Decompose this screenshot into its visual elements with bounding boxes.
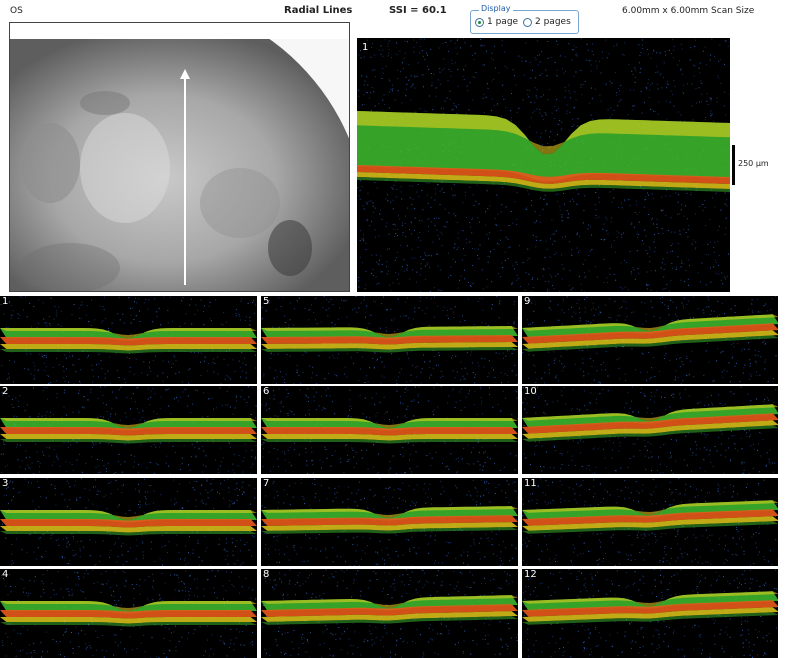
thumbnail-number: 7: [263, 478, 270, 489]
thumbnail-bscan-svg: [522, 386, 778, 474]
scale-bar-label: 250 µm: [738, 159, 769, 168]
bscan-thumbnail[interactable]: 10: [522, 386, 778, 474]
bscan-thumbnail[interactable]: 5: [261, 296, 518, 384]
eye-label: OS: [10, 6, 23, 16]
thumbnail-number: 8: [263, 569, 270, 580]
bscan-thumbnail[interactable]: 11: [522, 478, 778, 566]
thumbnail-bscan-svg: [0, 386, 257, 474]
thumbnail-number: 4: [2, 569, 9, 580]
thumbnail-number: 10: [524, 386, 537, 397]
display-2-pages-label: 2 pages: [535, 17, 571, 27]
main-bscan-svg: [357, 38, 730, 292]
signal-strength-index: SSI = 60.1: [389, 5, 447, 16]
scale-bar: [732, 145, 735, 185]
radio-unselected-icon: [523, 17, 532, 27]
thumbnail-bscan-svg: [522, 569, 778, 658]
display-2-pages-radio[interactable]: 2 pages: [523, 17, 571, 27]
bscan-thumbnail[interactable]: 4: [0, 569, 257, 658]
fundus-svg: [10, 39, 349, 291]
bscan-thumbnail[interactable]: 1: [0, 296, 257, 384]
bscan-thumbnail[interactable]: 2: [0, 386, 257, 474]
thumbnail-bscan-svg: [261, 296, 518, 384]
thumbnail-number: 6: [263, 386, 270, 397]
thumbnail-number: 11: [524, 478, 537, 489]
thumbnail-number: 9: [524, 296, 531, 307]
thumbnail-bscan-svg: [261, 386, 518, 474]
main-bscan-image[interactable]: 1: [357, 38, 730, 292]
thumbnail-number: 3: [2, 478, 9, 489]
thumbnail-number: 12: [524, 569, 537, 580]
thumbnail-bscan-svg: [0, 296, 257, 384]
thumbnail-bscan-svg: [261, 569, 518, 658]
display-legend: Display: [479, 4, 513, 13]
bscan-thumbnail[interactable]: 3: [0, 478, 257, 566]
scan-type-title: Radial Lines: [284, 5, 353, 16]
thumbnail-bscan-svg: [0, 478, 257, 566]
bscan-thumbnail[interactable]: 6: [261, 386, 518, 474]
bscan-thumbnail[interactable]: 12: [522, 569, 778, 658]
display-options-group: Display 1 page 2 pages: [470, 4, 579, 34]
thumbnail-bscan-svg: [0, 569, 257, 658]
thumbnail-bscan-svg: [522, 296, 778, 384]
main-scan-number: 1: [362, 42, 369, 53]
bscan-thumbnail[interactable]: 7: [261, 478, 518, 566]
thumbnail-number: 2: [2, 386, 9, 397]
display-1-page-label: 1 page: [487, 17, 519, 27]
bscan-thumbnail[interactable]: 9: [522, 296, 778, 384]
scan-size-label: 6.00mm x 6.00mm Scan Size: [622, 6, 755, 16]
thumbnail-number: 5: [263, 296, 270, 307]
display-1-page-radio[interactable]: 1 page: [475, 17, 518, 27]
radio-selected-icon: [475, 17, 484, 27]
thumbnail-number: 1: [2, 296, 9, 307]
bscan-thumbnail[interactable]: 8: [261, 569, 518, 658]
fundus-image[interactable]: [9, 22, 350, 292]
thumbnail-bscan-svg: [261, 478, 518, 566]
thumbnail-bscan-svg: [522, 478, 778, 566]
